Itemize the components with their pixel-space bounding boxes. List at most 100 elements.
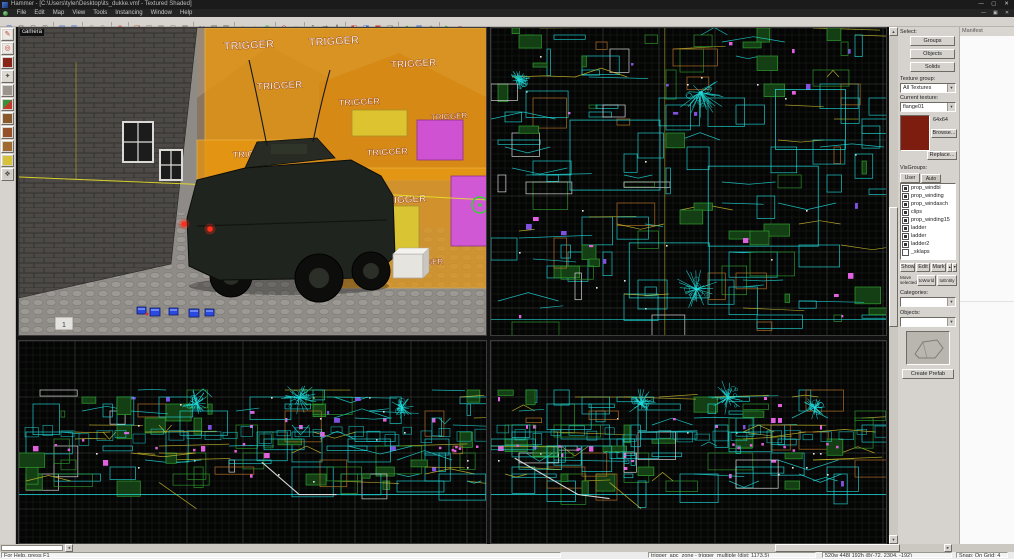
visgroup-checkbox[interactable]	[902, 241, 909, 248]
scroll-left-button[interactable]: ◄	[65, 544, 73, 552]
chevron-down-icon[interactable]: ▼	[947, 318, 955, 326]
visgroup-checkbox[interactable]	[902, 249, 909, 256]
horizontal-scrollbar[interactable]: ◄ ►	[0, 544, 1014, 552]
menu-edit[interactable]: Edit	[30, 9, 48, 17]
menu-map[interactable]: Map	[49, 9, 69, 17]
menu-bar: FileEditMapViewToolsInstancingWindowHelp…	[0, 9, 1014, 17]
visgroup-item[interactable]: prop_windasch	[901, 200, 955, 208]
entity-tool[interactable]: ✦	[1, 70, 14, 83]
chevron-down-icon[interactable]: ▼	[947, 103, 955, 111]
categories-select[interactable]: ▼	[900, 297, 956, 307]
visgroup-item[interactable]: _sklaps	[901, 248, 955, 256]
select-solids-button[interactable]: Solids	[910, 62, 955, 72]
overlay-tool-icon	[3, 142, 12, 151]
visgroup-item[interactable]: ladder	[901, 232, 955, 240]
texture-group-label: Texture group:	[900, 76, 935, 82]
vertical-scroll-thumb[interactable]	[889, 207, 898, 327]
scroll-up-button[interactable]: ▲	[889, 27, 898, 36]
object-preview-canvas	[907, 332, 949, 364]
visgroup-move-down-button[interactable]: ▼	[952, 263, 957, 272]
close-button[interactable]: ✕	[1001, 0, 1012, 9]
viewport-2d-top[interactable]	[490, 27, 887, 336]
visgroup-checkbox[interactable]	[902, 193, 909, 200]
maximize-button[interactable]: ▢	[988, 0, 999, 9]
menu-tools[interactable]: Tools	[89, 9, 111, 17]
menu-window[interactable]: Window	[147, 9, 176, 17]
visgroup-checkbox[interactable]	[902, 185, 909, 192]
visgroup-name: prop_winding	[911, 193, 944, 199]
browse-button[interactable]: Browse...	[931, 129, 957, 138]
magnify-tool[interactable]: ◎	[1, 42, 14, 55]
move-selected-label: Move selected:	[900, 275, 917, 285]
visgroup-checkbox[interactable]	[902, 209, 909, 216]
menu-instancing[interactable]: Instancing	[111, 9, 146, 17]
mdi-close-button[interactable]: ✕	[1002, 9, 1012, 17]
viewport-3d[interactable]: TRIGGERTRIGGERTRIGGERTRIGGERTRIGGERTRIGG…	[18, 27, 487, 336]
move-to-world-button[interactable]: toWorld	[917, 275, 936, 286]
visgroup-mark-button[interactable]: Mark	[931, 263, 946, 272]
visgroup-checkbox[interactable]	[902, 225, 909, 232]
viewport-2d-side[interactable]	[490, 340, 887, 544]
visgroup-item[interactable]: clips	[901, 208, 955, 216]
manifest-body[interactable]	[960, 36, 1014, 544]
visgroup-item[interactable]: prop_windbl	[901, 184, 955, 192]
texture-swatch	[900, 115, 930, 151]
manifest-panel: Manifest	[959, 27, 1014, 544]
horizontal-scroll-thumb[interactable]	[775, 544, 900, 552]
visgroup-checkbox[interactable]	[902, 217, 909, 224]
object-bar: Select: Groups Objects Solids Texture gr…	[898, 27, 958, 552]
chevron-down-icon[interactable]: ▼	[947, 84, 955, 92]
minimize-button[interactable]: —	[976, 0, 987, 9]
visgroup-item[interactable]: prop_winding	[901, 192, 955, 200]
visgroup-name: ladder	[911, 233, 926, 239]
visgroup-checkbox[interactable]	[902, 233, 909, 240]
overlay-tool[interactable]	[1, 140, 14, 153]
apply-current-texture-tool[interactable]	[1, 112, 14, 125]
block-tool[interactable]	[1, 84, 14, 97]
menu-view[interactable]: View	[68, 9, 89, 17]
move-to-entity-button[interactable]: toEntity	[937, 275, 957, 286]
replace-button[interactable]: Replace...	[927, 151, 957, 160]
viewport-2d-front[interactable]	[18, 340, 487, 544]
texture-application-tool[interactable]	[1, 98, 14, 111]
selection-tool[interactable]: ✎	[1, 28, 14, 41]
visgroup-item[interactable]: ladder2	[901, 240, 955, 248]
visgroups-list[interactable]: prop_windblprop_winding prop_windaschclip…	[900, 183, 956, 260]
texture-size-label: 64x64	[933, 117, 948, 123]
vertical-scrollbar[interactable]: ▲ ▼	[889, 27, 898, 544]
apply-decals-tool[interactable]	[1, 126, 14, 139]
current-texture-select[interactable]: flange01 ▼	[900, 102, 956, 112]
mdi-minimize-button[interactable]: —	[979, 9, 989, 17]
visgroup-item[interactable]: ladder	[901, 224, 955, 232]
scroll-down-button[interactable]: ▼	[889, 535, 898, 544]
texture-group-select[interactable]: All Textures ▼	[900, 83, 956, 93]
title-bar: Hammer - [C:\Users\tyler\Desktop\its_duk…	[0, 0, 1014, 9]
viewport-2d-side-canvas	[491, 341, 886, 543]
visgroup-name: clips	[911, 209, 922, 215]
tab-visgroups-auto[interactable]: Auto	[921, 174, 941, 183]
app-icon	[2, 2, 8, 8]
window-title: Hammer - [C:\Users\tyler\Desktop\its_duk…	[11, 0, 192, 9]
chevron-down-icon[interactable]: ▼	[947, 298, 955, 306]
tab-visgroups-user[interactable]: User	[900, 173, 920, 183]
scroll-right-button[interactable]: ►	[944, 544, 952, 552]
vertex-tool[interactable]: ❖	[1, 168, 14, 181]
mdi-restore-button[interactable]: ▣	[990, 9, 1000, 17]
visgroup-name: prop_windasch	[911, 201, 948, 207]
visgroup-item[interactable]: prop_winding15	[901, 216, 955, 224]
visgroup-checkbox[interactable]	[902, 201, 909, 208]
svg-text:TRIGGER: TRIGGER	[431, 111, 468, 122]
select-groups-button[interactable]: Groups	[910, 36, 955, 46]
select-objects-button[interactable]: Objects	[910, 49, 955, 59]
objects-select[interactable]: ▼	[900, 317, 956, 327]
menu-help[interactable]: Help	[176, 9, 196, 17]
viewport-3d-label[interactable]: camera	[20, 29, 44, 36]
create-prefab-button[interactable]: Create Prefab	[902, 369, 954, 379]
visgroup-show-button[interactable]: Show	[900, 263, 915, 272]
categories-label: Categories:	[900, 290, 928, 296]
visgroups-label: VisGroups:	[900, 165, 927, 171]
visgroup-edit-button[interactable]: Edit	[916, 263, 930, 272]
menu-file[interactable]: File	[13, 9, 31, 17]
camera-tool[interactable]	[1, 56, 14, 69]
clipping-tool[interactable]	[1, 154, 14, 167]
